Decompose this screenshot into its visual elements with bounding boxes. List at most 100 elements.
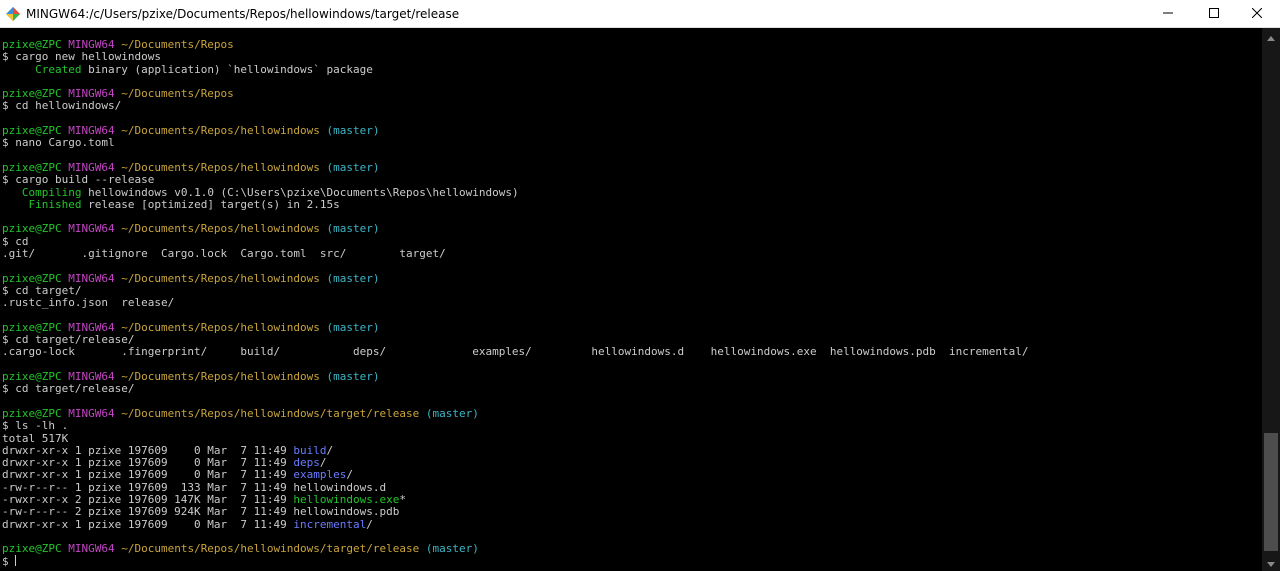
- terminal-text: pzixe@ZPC: [2, 160, 62, 174]
- terminal-text: (master): [319, 160, 380, 174]
- terminal-text: pzixe@ZPC: [2, 406, 62, 420]
- scrollbar-thumb[interactable]: [1264, 433, 1278, 551]
- minimize-button[interactable]: [1145, 0, 1191, 28]
- terminal-line: .rustc_info.json release/: [2, 297, 1260, 309]
- vertical-scrollbar[interactable]: [1262, 28, 1280, 571]
- terminal-text: pzixe@ZPC: [2, 370, 62, 384]
- terminal-line: pzixe@ZPC MINGW64 ~/Documents/Repos/hell…: [2, 406, 1260, 420]
- terminal-text: drwxr-xr-x 1 pzixe 197609 0 Mar 7 11:49: [2, 443, 294, 457]
- terminal-text: $: [2, 555, 16, 569]
- terminal-text: ~/Documents/Repos/hellowindows: [121, 222, 320, 236]
- terminal-text: incremental: [293, 517, 367, 531]
- terminal-text: ~/Documents/Repos/hellowindows: [121, 370, 320, 384]
- scroll-up-button[interactable]: [1262, 28, 1280, 45]
- text-cursor: [15, 555, 17, 567]
- terminal-line: $ cd target/release/: [2, 383, 1260, 395]
- terminal-line: pzixe@ZPC MINGW64 ~/Documents/Repos/hell…: [2, 124, 1260, 138]
- terminal-text: *: [399, 492, 406, 506]
- title-bar[interactable]: MINGW64:/c/Users/pzixe/Documents/Repos/h…: [0, 0, 1280, 28]
- terminal-line: .cargo-lock .fingerprint/ build/ deps/ e…: [2, 346, 1260, 358]
- terminal-text: .cargo-lock .fingerprint/ build/ deps/ e…: [2, 345, 1029, 359]
- terminal-text: MINGW64: [68, 87, 115, 101]
- terminal-text: binary (application) `hellowindows` pack…: [81, 62, 373, 76]
- scroll-down-button[interactable]: [1262, 554, 1280, 571]
- terminal-line: pzixe@ZPC MINGW64 ~/Documents/Repos/hell…: [2, 320, 1260, 334]
- terminal-text: ~/Documents/Repos/hellowindows: [121, 160, 320, 174]
- terminal-text: (master): [319, 320, 380, 334]
- terminal-text: (master): [319, 271, 380, 285]
- terminal-window: MINGW64:/c/Users/pzixe/Documents/Repos/h…: [0, 0, 1280, 571]
- maximize-button[interactable]: [1191, 0, 1237, 28]
- terminal-text: release [optimized] target(s) in 2.15s: [81, 197, 340, 211]
- terminal-text: MINGW64: [68, 542, 115, 556]
- terminal-text: pzixe@ZPC: [2, 124, 62, 138]
- terminal-text: $ cd target/release/: [2, 333, 135, 347]
- terminal-text: Created: [35, 62, 82, 76]
- terminal-text: $ nano Cargo.toml: [2, 136, 115, 150]
- terminal-line: $ cd hellowindows/: [2, 100, 1260, 112]
- terminal-text: Finished: [28, 197, 82, 211]
- terminal-text: hellowindows v0.1.0 (C:\Users\pzixe\Docu…: [81, 185, 519, 199]
- terminal-text: pzixe@ZPC: [2, 87, 62, 101]
- terminal-text: (master): [319, 370, 380, 384]
- terminal-text: $ cargo new hellowindows: [2, 50, 161, 64]
- terminal-text: (master): [319, 222, 380, 236]
- terminal-text: drwxr-xr-x 1 pzixe 197609 0 Mar 7 11:49: [2, 468, 294, 482]
- terminal-text: MINGW64: [68, 320, 115, 334]
- terminal-text: $ cd target/release/: [2, 382, 135, 396]
- terminal-text: MINGW64: [68, 38, 115, 51]
- terminal-text: ~/Documents/Repos/hellowindows/target/re…: [121, 406, 420, 420]
- terminal-text: examples: [293, 468, 347, 482]
- terminal-text: Compiling: [21, 185, 82, 199]
- terminal-text: build: [293, 443, 327, 457]
- terminal-text: $ cd hellowindows/: [2, 99, 122, 113]
- terminal-line: pzixe@ZPC MINGW64 ~/Documents/Repos/hell…: [2, 543, 1260, 555]
- terminal-text: (master): [319, 124, 380, 138]
- terminal-line: $: [2, 555, 1260, 569]
- terminal-text: drwxr-xr-x 1 pzixe 197609 0 Mar 7 11:49: [2, 517, 294, 531]
- terminal-text: /: [319, 456, 327, 470]
- terminal-text: MINGW64: [68, 124, 115, 138]
- terminal-text: $ cd target/: [2, 283, 82, 297]
- terminal-line: pzixe@ZPC MINGW64 ~/Documents/Repos/hell…: [2, 370, 1260, 384]
- terminal-line: pzixe@ZPC MINGW64 ~/Documents/Repos: [2, 88, 1260, 100]
- terminal-text: pzixe@ZPC: [2, 271, 62, 285]
- terminal-text: drwxr-xr-x 1 pzixe 197609 0 Mar 7 11:49: [2, 456, 294, 470]
- terminal-text: .rustc_info.json release/: [2, 296, 175, 310]
- terminal-text: pzixe@ZPC: [2, 320, 62, 334]
- terminal-text: /: [346, 468, 354, 482]
- terminal-text: ~/Documents/Repos: [121, 87, 234, 101]
- terminal-text: $ ls -lh .: [2, 419, 69, 433]
- terminal-output[interactable]: pzixe@ZPC MINGW64 ~/Documents/Repos $ car…: [2, 38, 1260, 569]
- terminal-text: -rwxr-xr-x 2 pzixe 197609 147K Mar 7 11:…: [2, 492, 294, 506]
- terminal-line: pzixe@ZPC MINGW64 ~/Documents/Repos/hell…: [2, 223, 1260, 235]
- terminal-line: $ nano Cargo.toml: [2, 137, 1260, 149]
- terminal-line: pzixe@ZPC MINGW64 ~/Documents/Repos/hell…: [2, 160, 1260, 174]
- terminal-text: total 517K: [2, 431, 69, 445]
- window-title: MINGW64:/c/Users/pzixe/Documents/Repos/h…: [26, 7, 460, 21]
- terminal-line: $ cd target/: [2, 283, 1260, 297]
- terminal-text: MINGW64: [68, 370, 115, 384]
- maximize-icon: [1209, 5, 1219, 23]
- mingw-app-icon[interactable]: [6, 7, 20, 21]
- close-icon: [1251, 5, 1263, 23]
- close-button[interactable]: [1234, 0, 1280, 28]
- terminal-text: deps: [293, 456, 320, 470]
- scroll-up-arrow-icon: [1267, 28, 1275, 46]
- scroll-down-arrow-icon: [1267, 554, 1275, 571]
- terminal-text: -rw-r--r-- 1 pzixe 197609 133 Mar 7 11:4…: [2, 480, 387, 494]
- terminal-line: Created binary (application) `hellowindo…: [2, 62, 1260, 76]
- terminal-line: $ ls -lh .: [2, 420, 1260, 432]
- terminal-text: ~/Documents/Repos/hellowindows: [121, 320, 320, 334]
- terminal-text: /: [326, 443, 334, 457]
- terminal-text: (master): [419, 406, 479, 420]
- terminal-text: ~/Documents/Repos/hellowindows: [121, 271, 320, 285]
- minimize-icon: [1163, 5, 1173, 23]
- terminal-text: /: [366, 517, 373, 531]
- terminal-text: hellowindows.exe: [293, 492, 400, 506]
- terminal-text: (master): [419, 542, 479, 556]
- terminal-text: $ cd: [2, 234, 29, 248]
